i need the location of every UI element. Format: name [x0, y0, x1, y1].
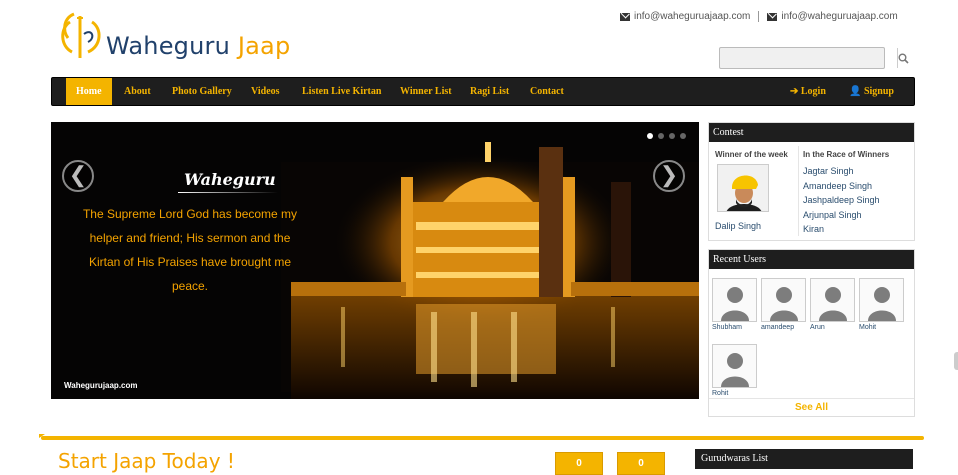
side-tab[interactable] — [954, 352, 958, 370]
race-item[interactable]: Jagtar Singh — [803, 164, 880, 179]
search-box — [719, 47, 909, 69]
main-nav: Home About Photo Gallery Videos Listen L… — [51, 77, 915, 106]
race-item[interactable]: Jashpaldeep Singh — [803, 193, 880, 208]
slider-dot[interactable] — [680, 133, 686, 139]
contact-email-2[interactable]: info@waheguruajaap.com — [759, 11, 905, 22]
nav-login[interactable]: ➔ Login — [790, 78, 826, 105]
contact-bar: info@waheguruajaap.com info@waheguruajaa… — [620, 11, 906, 22]
recent-users-panel: Recent Users Shubham amandeep Arun Mohit — [708, 249, 915, 417]
jaap-counter[interactable]: 0 — [555, 452, 603, 475]
slider-next-button[interactable]: ❯ — [653, 160, 685, 192]
chevron-left-icon: ❮ — [68, 162, 88, 187]
race-item[interactable]: Arjunpal Singh — [803, 208, 880, 223]
recent-user[interactable]: Mohit — [859, 278, 904, 331]
user-avatar-icon — [859, 278, 904, 322]
slide-title-underline — [178, 192, 278, 193]
contact-email-text: info@waheguruajaap.com — [634, 11, 751, 22]
slide-title: Waheguru — [184, 170, 276, 189]
brand-name-part2: Jaap — [237, 32, 291, 60]
slider-prev-button[interactable]: ❮ — [62, 160, 94, 192]
winner-heading: Winner of the week — [715, 150, 788, 159]
start-heading-part1: Start — [58, 449, 107, 473]
gurdwaras-list-heading: Gurudwaras List — [695, 449, 913, 469]
contact-email-text: info@waheguruajaap.com — [781, 11, 898, 22]
user-name: Shubham — [712, 324, 742, 331]
nav-home[interactable]: Home — [66, 78, 112, 105]
user-avatar-icon — [712, 278, 757, 322]
section-divider — [39, 434, 924, 440]
nav-signup[interactable]: 👤 Signup — [849, 78, 894, 105]
contact-email-1[interactable]: info@waheguruajaap.com — [620, 11, 760, 22]
hero-slider: Waheguru The Supreme Lord God has become… — [51, 122, 699, 399]
race-list: Jagtar Singh Amandeep Singh Jashpaldeep … — [803, 164, 880, 237]
recent-user[interactable]: Rohit — [712, 344, 757, 397]
user-name: Arun — [810, 324, 825, 331]
nav-login-label: Login — [800, 86, 826, 97]
see-all-link[interactable]: See All — [709, 398, 914, 416]
contest-panel: Contest Winner of the week Dalip Singh I… — [708, 122, 915, 241]
nav-contact[interactable]: Contact — [530, 78, 564, 105]
user-avatar-icon — [761, 278, 806, 322]
user-name: Rohit — [712, 390, 729, 397]
nav-winner-list[interactable]: Winner List — [400, 78, 452, 105]
jaap-counter[interactable]: 0 — [617, 452, 665, 475]
nav-videos[interactable]: Videos — [251, 78, 280, 105]
slide-watermark: Wahegurujaap.com — [64, 381, 138, 390]
recent-user[interactable]: Arun — [810, 278, 855, 331]
brand-name: Waheguru Jaap — [106, 32, 290, 60]
envelope-icon — [767, 12, 778, 21]
nav-about[interactable]: About — [124, 78, 151, 105]
start-heading-part2: Jaap Today ! — [113, 449, 235, 473]
user-avatar-icon — [810, 278, 855, 322]
slider-pagination — [647, 133, 691, 139]
nav-listen-live-kirtan[interactable]: Listen Live Kirtan — [302, 78, 381, 105]
slider-dot[interactable] — [658, 133, 664, 139]
site-logo[interactable]: Waheguru Jaap — [58, 8, 290, 62]
search-icon — [898, 53, 909, 64]
nav-signup-label: Signup — [863, 86, 894, 97]
winner-name[interactable]: Dalip Singh — [715, 221, 761, 231]
recent-user[interactable]: Shubham — [712, 278, 757, 331]
slider-dot[interactable] — [669, 133, 675, 139]
slider-dot[interactable] — [647, 133, 653, 139]
winner-photo[interactable] — [717, 164, 769, 212]
nav-photo-gallery[interactable]: Photo Gallery — [172, 78, 232, 105]
race-item[interactable]: Amandeep Singh — [803, 179, 880, 194]
chevron-right-icon: ❯ — [659, 162, 679, 187]
race-item[interactable]: Kiran — [803, 222, 880, 237]
slide-quote: The Supreme Lord God has become my helpe… — [82, 207, 298, 293]
race-heading: In the Race of Winners — [803, 150, 890, 159]
user-name: Mohit — [859, 324, 877, 331]
winner-avatar-image — [718, 165, 768, 211]
recent-users-heading: Recent Users — [709, 250, 914, 269]
start-jaap-heading: Start Jaap Today ! — [58, 449, 235, 473]
user-avatar-icon — [712, 344, 757, 388]
search-input[interactable] — [720, 48, 897, 68]
khanda-logo-icon — [58, 8, 104, 62]
nav-ragi-list[interactable]: Ragi List — [470, 78, 509, 105]
column-divider — [798, 146, 799, 236]
login-icon: ➔ — [790, 86, 799, 97]
envelope-icon — [620, 12, 630, 21]
user-name: amandeep — [761, 324, 795, 331]
recent-user[interactable]: amandeep — [761, 278, 806, 331]
user-icon: 👤 — [849, 86, 862, 97]
contest-heading: Contest — [709, 123, 914, 142]
search-button[interactable] — [897, 48, 909, 68]
brand-name-part1: Waheguru — [106, 32, 231, 60]
